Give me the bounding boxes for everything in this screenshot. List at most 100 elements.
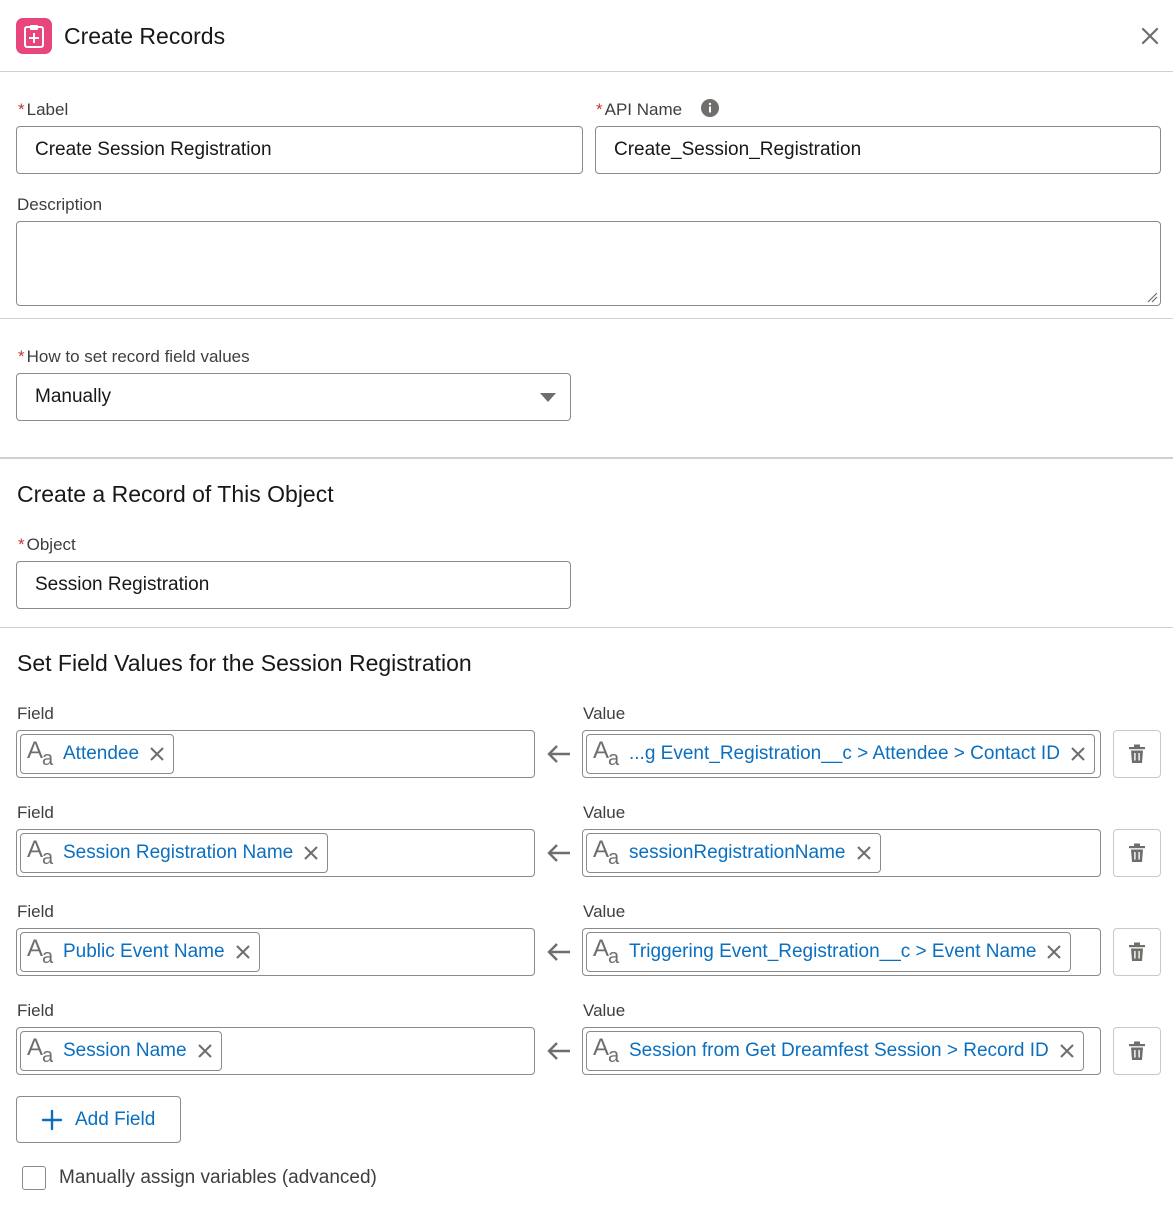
remove-pill-icon[interactable] — [1068, 744, 1088, 764]
field-pillbox[interactable]: Aa Session Registration Name — [16, 829, 535, 877]
text-type-icon: Aa — [591, 833, 627, 874]
section-divider — [0, 457, 1173, 459]
value-pill-label: Triggering Event_Registration__c > Event… — [629, 941, 1037, 962]
svg-text:a: a — [608, 1045, 620, 1067]
svg-text:a: a — [42, 946, 54, 968]
add-field-button[interactable]: Add Field — [16, 1096, 181, 1143]
svg-text:A: A — [593, 737, 609, 764]
svg-text:A: A — [27, 1034, 43, 1061]
text-type-icon: Aa — [25, 734, 61, 775]
delete-row-button[interactable] — [1113, 730, 1161, 778]
description-textarea[interactable] — [16, 221, 1161, 306]
value-label: Value — [583, 1001, 626, 1020]
arrow-left-icon — [547, 844, 570, 862]
trash-icon — [1129, 1041, 1145, 1060]
remove-pill-icon[interactable] — [1057, 1041, 1077, 1061]
remove-pill-icon[interactable] — [233, 942, 253, 962]
field-label: Field — [17, 803, 54, 822]
object-input[interactable]: Session Registration — [16, 561, 571, 609]
svg-text:a: a — [608, 946, 620, 968]
field-pillbox[interactable]: Aa Public Event Name — [16, 928, 535, 976]
delete-row-button[interactable] — [1113, 928, 1161, 976]
manual-assign-checkbox[interactable] — [22, 1166, 46, 1190]
value-label: Value — [583, 902, 626, 921]
field-label: Field — [17, 704, 54, 723]
value-pill[interactable]: Aa Triggering Event_Registration__c > Eve… — [586, 932, 1072, 973]
svg-text:a: a — [608, 748, 620, 770]
value-pillbox[interactable]: Aa Triggering Event_Registration__c > Eve… — [582, 928, 1101, 976]
dialog-title: Create Records — [64, 23, 226, 49]
delete-row-button[interactable] — [1113, 1027, 1161, 1075]
svg-text:a: a — [608, 847, 620, 869]
value-pill-label: ...g Event_Registration__c > Attendee > … — [629, 743, 1060, 764]
value-pillbox[interactable]: Aa ...g Event_Registration__c > Attendee … — [582, 730, 1101, 778]
field-pill[interactable]: Aa Public Event Name — [20, 932, 260, 972]
field-pill[interactable]: Aa Session Name — [20, 1031, 222, 1071]
trash-icon — [1129, 843, 1145, 862]
field-pill-label: Session Registration Name — [63, 842, 294, 863]
text-type-icon: Aa — [25, 833, 61, 874]
value-label: Value — [583, 704, 626, 723]
field-pill[interactable]: Aa Attendee — [20, 734, 175, 775]
svg-text:A: A — [27, 935, 43, 962]
text-type-icon: Aa — [591, 734, 627, 775]
field-pillbox[interactable]: Aa Session Name — [16, 1027, 535, 1075]
object-field-label: * Object — [18, 535, 76, 554]
value-pill[interactable]: Aa sessionRegistrationName — [586, 833, 881, 873]
remove-pill-icon[interactable] — [854, 843, 874, 863]
field-label: Field — [17, 902, 54, 921]
resize-grip-icon[interactable] — [1146, 291, 1158, 303]
field-label: Field — [17, 1001, 54, 1020]
value-pillbox[interactable]: Aa Session from Get Dreamfest Session > R… — [582, 1027, 1101, 1075]
field-pill-label: Session Name — [63, 1040, 187, 1061]
how-to-set-value: Manually — [35, 386, 112, 407]
label-field-label: * Label — [18, 100, 69, 119]
create-records-icon — [16, 18, 52, 54]
text-type-icon: Aa — [591, 1031, 627, 1072]
field-pill-label: Attendee — [63, 743, 140, 764]
section-divider — [0, 318, 1173, 319]
delete-row-button[interactable] — [1113, 829, 1161, 877]
info-icon[interactable] — [700, 98, 720, 118]
text-type-icon: Aa — [591, 932, 627, 973]
label-input[interactable]: Create Session Registration — [16, 126, 583, 174]
object-section-title: Create a Record of This Object — [17, 481, 334, 507]
svg-text:A: A — [593, 1034, 609, 1061]
api-name-field-label: * API Name — [596, 100, 683, 119]
remove-pill-icon[interactable] — [195, 1041, 215, 1061]
value-pill[interactable]: Aa ...g Event_Registration__c > Attendee … — [586, 734, 1095, 774]
svg-text:a: a — [42, 748, 54, 770]
field-pill-label: Public Event Name — [63, 941, 225, 962]
value-pill[interactable]: Aa Session from Get Dreamfest Session > R… — [586, 1031, 1084, 1071]
api-name-input[interactable]: Create_Session_Registration — [595, 126, 1161, 174]
close-icon[interactable] — [1136, 22, 1164, 50]
remove-pill-icon[interactable] — [147, 744, 167, 764]
text-type-icon: Aa — [25, 1031, 61, 1072]
chevron-down-icon — [540, 393, 556, 402]
how-to-set-label: * How to set record field values — [18, 347, 250, 366]
svg-text:a: a — [42, 847, 54, 869]
plus-icon — [41, 1109, 63, 1130]
svg-text:A: A — [27, 737, 43, 764]
field-pill[interactable]: Aa Session Registration Name — [20, 833, 329, 874]
value-pill-label: sessionRegistrationName — [629, 842, 846, 863]
text-type-icon: Aa — [25, 932, 61, 973]
dialog-header: Create Records — [0, 0, 1173, 72]
how-to-set-select[interactable]: Manually — [16, 373, 571, 421]
remove-pill-icon[interactable] — [1044, 942, 1064, 962]
svg-text:a: a — [42, 1045, 54, 1067]
remove-pill-icon[interactable] — [301, 843, 321, 863]
description-label: Description — [17, 195, 103, 214]
value-pill-label: Session from Get Dreamfest Session > Rec… — [629, 1040, 1049, 1061]
arrow-left-icon — [547, 943, 570, 961]
field-values-section-title: Set Field Values for the Session Registr… — [17, 650, 472, 676]
trash-icon — [1129, 942, 1145, 961]
value-label: Value — [583, 803, 626, 822]
svg-text:A: A — [593, 935, 609, 962]
arrow-left-icon — [547, 745, 570, 763]
manual-assign-label: Manually assign variables (advanced) — [59, 1167, 377, 1188]
add-field-label: Add Field — [75, 1108, 156, 1130]
value-pillbox[interactable]: Aa sessionRegistrationName — [582, 829, 1101, 877]
trash-icon — [1129, 744, 1145, 763]
field-pillbox[interactable]: Aa Attendee — [16, 730, 535, 778]
